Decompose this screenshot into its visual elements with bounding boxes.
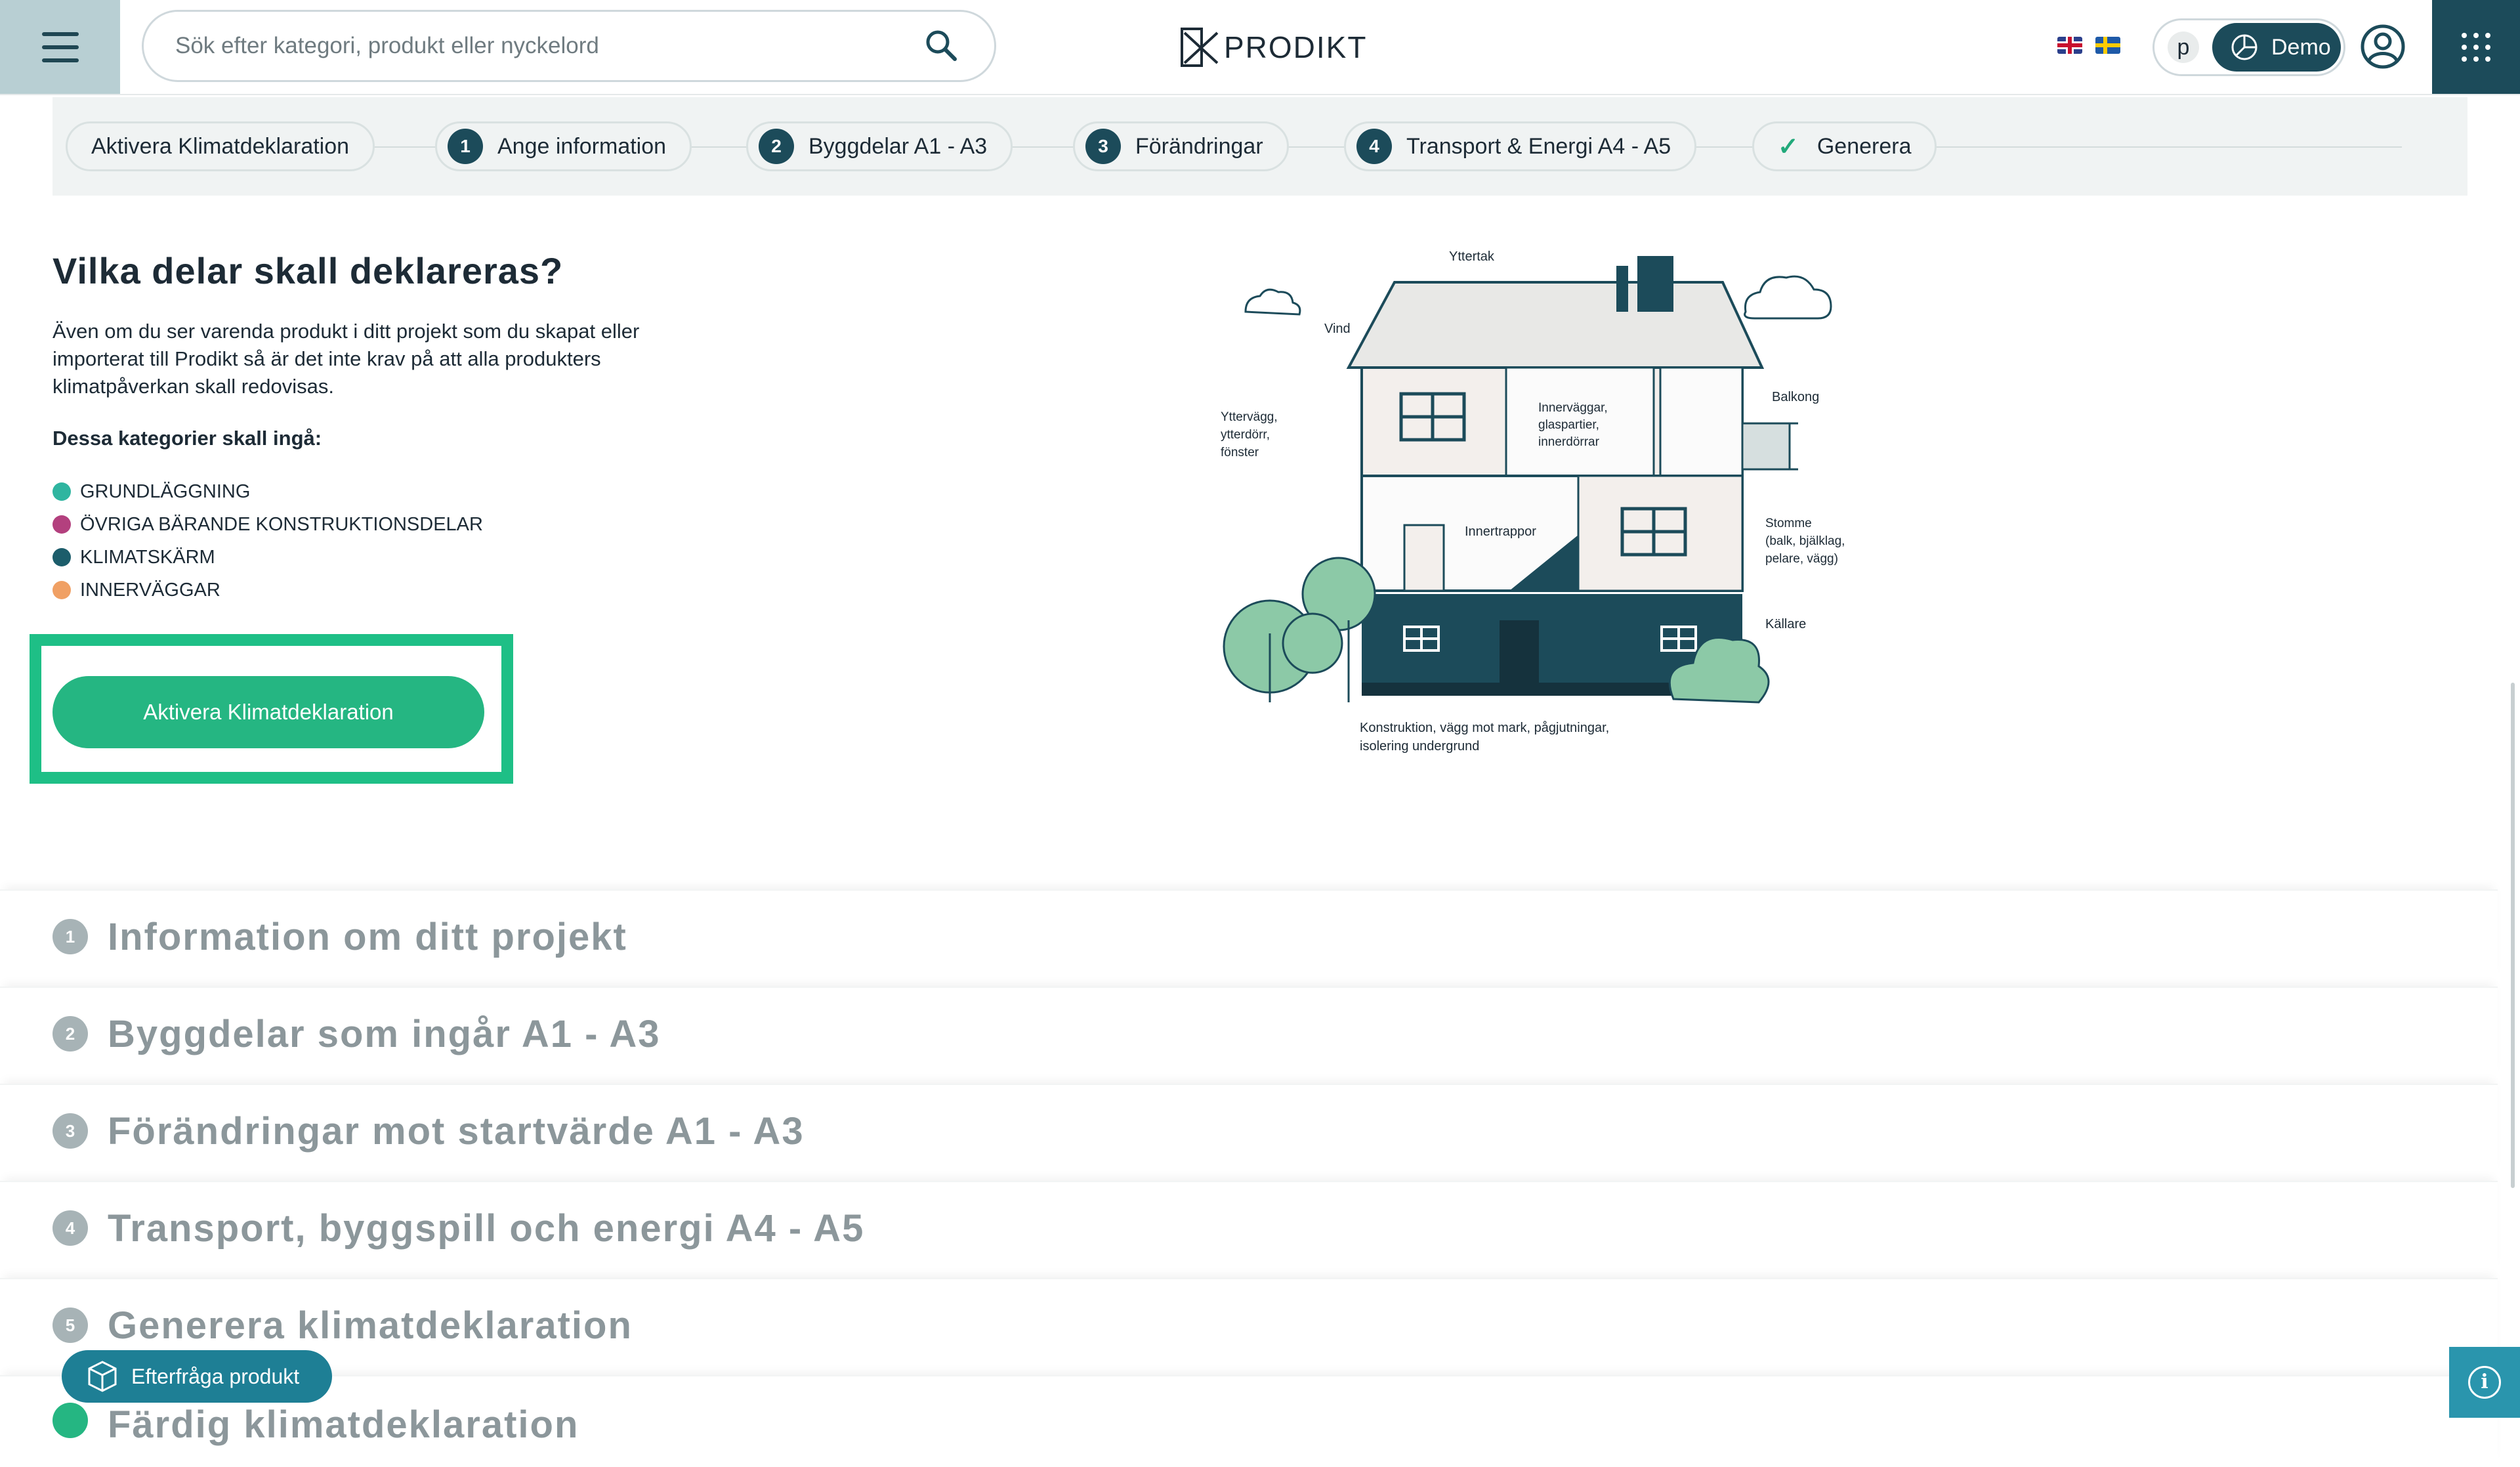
accordion-building-parts[interactable]: 2 Byggdelar som ingår A1 - A3 (0, 987, 2498, 1080)
step-number: 4 (1356, 129, 1392, 164)
label-innervaggar: Innerväggar, glaspartier, innerdörrar (1538, 401, 1608, 449)
label-yttertak: Yttertak (1449, 249, 1495, 264)
step-label: Ange information (497, 133, 667, 159)
category-dot (52, 515, 71, 534)
language-switcher (2057, 37, 2120, 54)
section-number: 1 (52, 919, 88, 954)
step-number: 3 (1085, 129, 1121, 164)
category-list: GRUNDLÄGGNING ÖVRIGA BÄRANDE KONSTRUKTIO… (52, 475, 483, 606)
label-innertrappor: Innertrappor (1465, 524, 1536, 539)
category-dot (52, 482, 71, 501)
search-bar[interactable]: Sök efter kategori, produkt eller nyckel… (142, 10, 996, 82)
profile-initial: p (2168, 32, 2199, 63)
section-title: Byggdelar som ingår A1 - A3 (108, 1012, 661, 1055)
apps-grid-button[interactable] (2432, 0, 2520, 94)
label-balkong: Balkong (1772, 390, 1819, 404)
section-title: Information om ditt projekt (108, 915, 627, 958)
step-generate[interactable]: ✓ Generera (1752, 121, 1937, 171)
svg-text:pelare, vägg): pelare, vägg) (1765, 552, 1838, 566)
logo-text: PRODIKT (1224, 30, 1368, 64)
category-dot (52, 581, 71, 599)
svg-text:innerdörrar: innerdörrar (1538, 435, 1600, 449)
menu-icon (41, 28, 79, 67)
section-number: 4 (52, 1210, 88, 1246)
step-label: Aktivera Klimatdeklaration (91, 133, 350, 159)
page-scrollbar[interactable] (2511, 683, 2515, 1188)
section-title: Transport, byggspill och energi A4 - A5 (108, 1206, 865, 1250)
list-item: GRUNDLÄGGNING (52, 475, 483, 508)
label-kallare: Källare (1765, 617, 1806, 631)
section-number: 5 (52, 1308, 88, 1343)
page-title: Vilka delar skall deklareras? (52, 250, 564, 291)
svg-text:Yttervägg,: Yttervägg, (1221, 410, 1278, 424)
user-account-icon[interactable] (2360, 24, 2406, 70)
swedish-flag-icon[interactable] (2095, 37, 2120, 54)
request-product-button[interactable]: Efterfråga produkt (62, 1350, 332, 1403)
section-title: Färdig klimatdeklaration (108, 1403, 579, 1446)
activate-climate-declaration-button[interactable]: Aktivera Klimatdeklaration (52, 676, 484, 748)
hamburger-menu-button[interactable] (0, 0, 120, 94)
info-icon: i (2468, 1366, 2501, 1399)
step-label: Byggdelar A1 - A3 (808, 133, 988, 159)
search-input[interactable]: Sök efter kategori, produkt eller nyckel… (175, 33, 922, 59)
logo-mark-icon (1181, 28, 1219, 67)
accordion-finished[interactable]: Färdig klimatdeklaration (0, 1375, 2498, 1467)
step-label: Transport & Energi A4 - A5 (1406, 133, 1671, 159)
step-number: 2 (759, 129, 794, 164)
svg-text:Konstruktion, vägg mot mark, p: Konstruktion, vägg mot mark, pågjutninga… (1360, 721, 1609, 735)
english-flag-icon[interactable] (2057, 37, 2082, 54)
info-button[interactable]: i (2449, 1347, 2520, 1418)
demo-toggle[interactable]: p Demo (2152, 18, 2345, 76)
demo-label: Demo (2271, 34, 2331, 60)
intro-paragraph: Även om du ser varenda produkt i ditt pr… (52, 320, 640, 398)
category-dot (52, 548, 71, 566)
list-item: KLIMATSKÄRM (52, 541, 483, 574)
step-transport-energy[interactable]: 4 Transport & Energi A4 - A5 (1344, 121, 1697, 171)
accordion-project-info[interactable]: 1 Information om ditt projekt (0, 889, 2498, 983)
svg-text:Stomme: Stomme (1765, 517, 1812, 530)
step-activate[interactable]: Aktivera Klimatdeklaration (66, 121, 375, 171)
accordion-changes[interactable]: 3 Förändringar mot startvärde A1 - A3 (0, 1084, 2498, 1177)
prodikt-logo[interactable]: PRODIKT (1179, 24, 1367, 71)
top-header: Sök efter kategori, produkt eller nyckel… (0, 0, 2520, 95)
demo-pill[interactable]: Demo (2212, 23, 2341, 72)
svg-text:glaspartier,: glaspartier, (1538, 418, 1599, 432)
house-illustration: Yttertak Vind Balkong Yttervägg, ytterdö… (1221, 249, 1845, 754)
svg-text:(balk, bjälklag,: (balk, bjälklag, (1765, 534, 1845, 548)
request-product-label: Efterfråga produkt (131, 1364, 300, 1388)
svg-text:ytterdörr,: ytterdörr, (1221, 428, 1270, 442)
accordion-transport[interactable]: 4 Transport, byggspill och energi A4 - A… (0, 1181, 2498, 1274)
step-building-parts[interactable]: 2 Byggdelar A1 - A3 (746, 121, 1013, 171)
label-konstruktion: Konstruktion, vägg mot mark, pågjutninga… (1360, 721, 1609, 754)
svg-text:Innerväggar,: Innerväggar, (1538, 401, 1608, 415)
step-info[interactable]: 1 Ange information (435, 121, 692, 171)
step-changes[interactable]: 3 Förändringar (1073, 121, 1289, 171)
list-item: ÖVRIGA BÄRANDE KONSTRUKTIONSDELAR (52, 508, 483, 541)
label-yttervagg: Yttervägg, ytterdörr, fönster (1221, 410, 1278, 459)
box-icon (88, 1361, 117, 1392)
categories-heading: Dessa kategorier skall ingå: (52, 427, 322, 450)
step-label: Förändringar (1135, 133, 1263, 159)
checkmark-icon: ✓ (1778, 133, 1799, 161)
section-title: Förändringar mot startvärde A1 - A3 (108, 1109, 805, 1153)
label-vind: Vind (1324, 322, 1351, 336)
list-item: INNERVÄGGAR (52, 574, 483, 606)
svg-text:isolering undergrund: isolering undergrund (1360, 739, 1479, 754)
step-number: 1 (448, 129, 483, 164)
svg-text:fönster: fönster (1221, 446, 1259, 459)
search-icon[interactable] (922, 26, 961, 66)
accordion-generate[interactable]: 5 Generera klimatdeklaration (0, 1278, 2498, 1371)
section-title: Generera klimatdeklaration (108, 1304, 633, 1347)
progress-stepper: Aktivera Klimatdeklaration 1 Ange inform… (52, 97, 2468, 196)
label-stomme: Stomme (balk, bjälklag, pelare, vägg) (1765, 517, 1845, 566)
section-number: 2 (52, 1016, 88, 1052)
step-label: Generera (1816, 133, 1912, 159)
pie-chart-icon (2231, 34, 2258, 60)
section-number: 3 (52, 1113, 88, 1149)
section-number (52, 1403, 88, 1438)
